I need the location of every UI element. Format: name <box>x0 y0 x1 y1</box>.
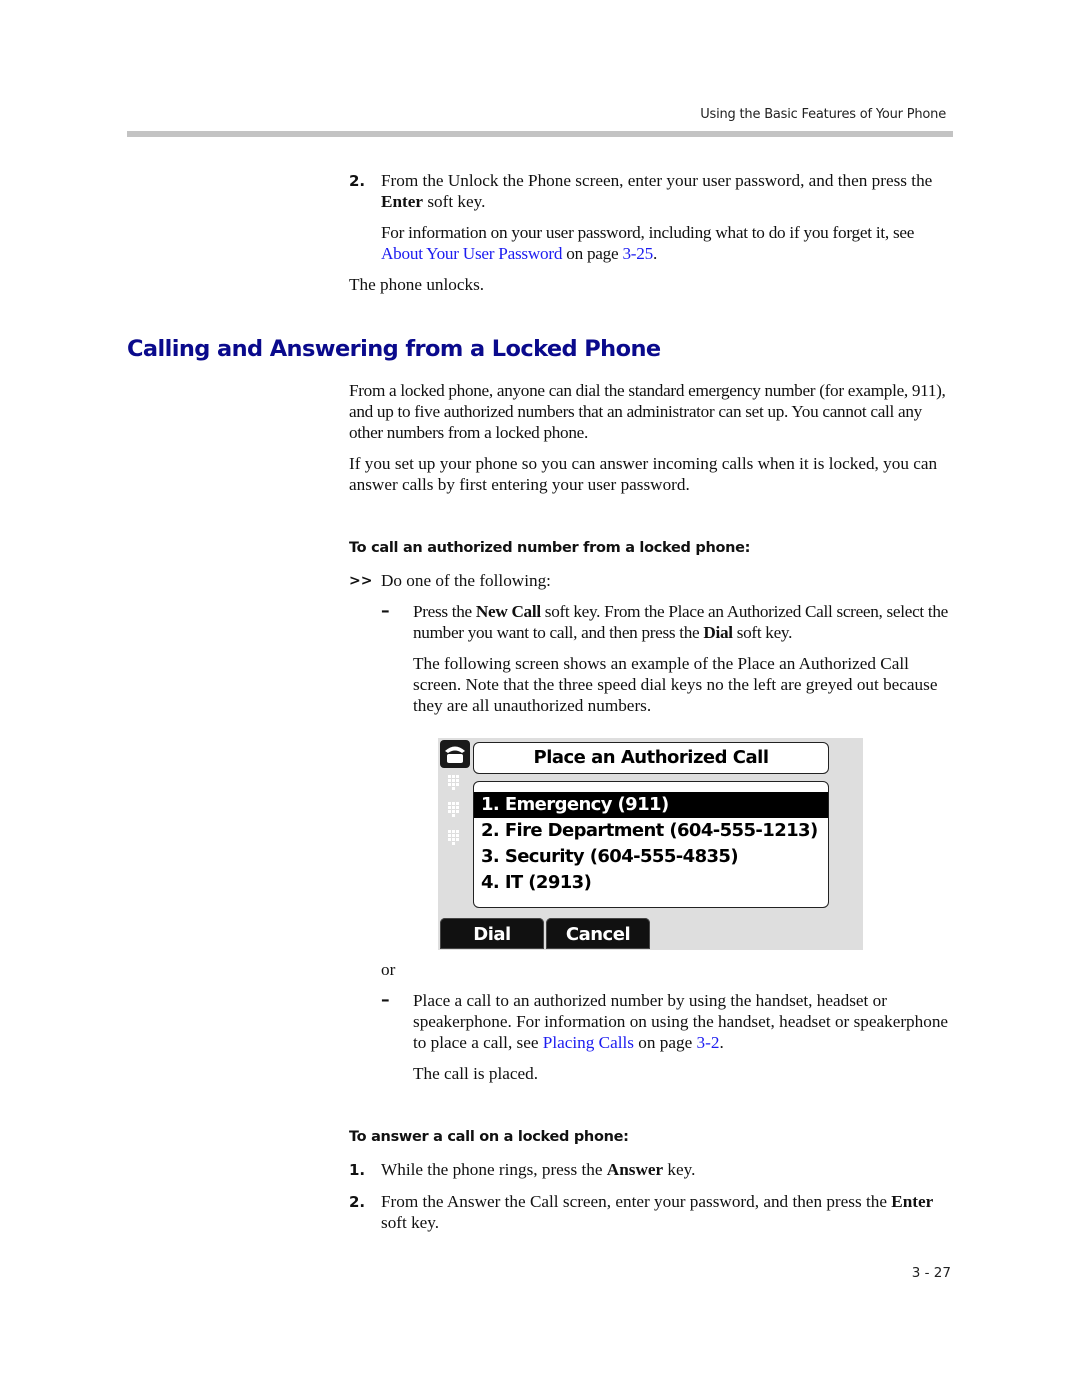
section-intro: From a locked phone, anyone can dial the… <box>349 380 954 495</box>
procedure-heading-call: To call an authorized number from a lock… <box>349 540 751 556</box>
page-3-25-link[interactable]: 3-25 <box>622 244 653 263</box>
step-unlock: 2. From the Unlock the Phone screen, ent… <box>349 170 954 295</box>
screen-title: Place an Authorized Call <box>473 742 829 774</box>
option-1-note: The following screen shows an example of… <box>413 654 938 715</box>
procedure-call: >> Do one of the following: – Press the … <box>349 570 954 716</box>
page-number: 3 - 27 <box>911 1265 951 1281</box>
phone-screen: Place an Authorized Call 1. Emergency (9… <box>438 738 863 950</box>
step-info: For information on your user password, i… <box>381 223 915 263</box>
option-1-text: Press the New Call soft key. From the Pl… <box>413 602 948 642</box>
phone-handset-icon[interactable] <box>440 740 470 768</box>
step-number: 2. <box>349 1193 366 1211</box>
option-2-text: Place a call to an authorized number by … <box>413 991 949 1052</box>
option-1: – Press the New Call soft key. From the … <box>381 601 954 716</box>
intro-paragraph-2: If you set up your phone so you can answ… <box>349 454 938 494</box>
speed-dial-icon[interactable] <box>446 829 462 847</box>
authorized-number-list: 1. Emergency (911) 2. Fire Department (6… <box>473 781 829 908</box>
answer-step-2: 2. From the Answer the Call screen, ente… <box>349 1192 934 1232</box>
dash-marker: – <box>381 990 390 1010</box>
step-number: 2. <box>349 172 366 190</box>
about-user-password-link[interactable]: About Your User Password <box>381 244 562 263</box>
option-2-block: or – Place a call to an authorized numbe… <box>381 959 956 1084</box>
dash-marker: – <box>381 601 390 621</box>
list-item-fire-department[interactable]: 2. Fire Department (604-555-1213) <box>474 818 828 844</box>
procedure-heading-answer: To answer a call on a locked phone: <box>349 1129 629 1145</box>
marker: >> <box>349 573 373 589</box>
speed-dial-icon[interactable] <box>446 801 462 819</box>
speed-dial-icon[interactable] <box>446 774 462 792</box>
step-text: From the Unlock the Phone screen, enter … <box>381 171 933 211</box>
section-title: Calling and Answering from a Locked Phon… <box>127 336 661 362</box>
option-2: – Place a call to an authorized number b… <box>381 990 956 1084</box>
list-item-it[interactable]: 4. IT (2913) <box>474 870 828 896</box>
step-number: 1. <box>349 1161 366 1179</box>
running-head: Using the Basic Features of Your Phone <box>700 107 946 122</box>
option-2-result: The call is placed. <box>413 1064 539 1083</box>
cancel-softkey[interactable]: Cancel <box>546 918 650 949</box>
answer-step-1: 1. While the phone rings, press the Answ… <box>349 1160 696 1179</box>
step-result: The phone unlocks. <box>349 275 485 294</box>
header-rule <box>127 131 953 137</box>
dial-softkey[interactable]: Dial <box>440 918 544 949</box>
placing-calls-link[interactable]: Placing Calls <box>543 1033 634 1052</box>
procedure-answer: 1. While the phone rings, press the Answ… <box>349 1159 954 1233</box>
procedure-intro: Do one of the following: <box>381 571 551 590</box>
list-item-emergency[interactable]: 1. Emergency (911) <box>474 792 828 818</box>
list-item-security[interactable]: 3. Security (604-555-4835) <box>474 844 828 870</box>
or-text: or <box>381 960 396 979</box>
page-3-2-link[interactable]: 3-2 <box>697 1033 720 1052</box>
intro-paragraph-1: From a locked phone, anyone can dial the… <box>349 381 946 442</box>
